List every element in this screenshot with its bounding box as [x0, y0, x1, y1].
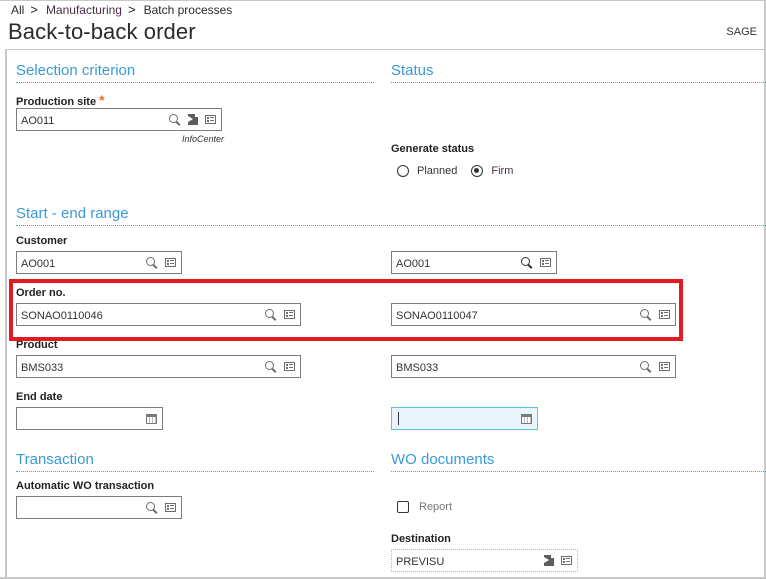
product-start-input[interactable]: BMS033: [16, 355, 301, 378]
tunnel-icon[interactable]: [544, 555, 554, 566]
destination-value: PREVISU: [396, 555, 445, 568]
search-icon[interactable]: [521, 256, 533, 269]
radio-firm-label: Firm: [491, 165, 514, 177]
section-title-status: Status: [391, 62, 766, 83]
search-icon[interactable]: [265, 360, 277, 373]
customer-start-input[interactable]: AO001: [16, 251, 182, 274]
product-label: Product: [16, 339, 58, 351]
chevron-right-icon: >: [30, 2, 38, 17]
user-label[interactable]: SAGE: [726, 26, 757, 38]
production-site-input[interactable]: AO011: [16, 108, 222, 131]
order-no-start-value: SONAO0110046: [21, 309, 103, 322]
search-icon[interactable]: [146, 256, 158, 269]
detail-icon[interactable]: [165, 503, 176, 512]
detail-icon[interactable]: [540, 258, 551, 267]
customer-label: Customer: [16, 235, 68, 247]
order-no-end-value: SONAO0110047: [396, 309, 478, 322]
page-title: Back-to-back order: [8, 19, 196, 44]
report-label: Report: [419, 501, 453, 513]
product-end-input[interactable]: BMS033: [391, 355, 676, 378]
chevron-right-icon: >: [127, 2, 136, 17]
radio-firm[interactable]: Firm: [471, 165, 513, 177]
generate-status-radio-group: Planned Firm: [397, 165, 527, 177]
calendar-icon[interactable]: [146, 413, 157, 424]
section-title-range: Start - end range: [16, 205, 766, 226]
product-end-value: BMS033: [396, 361, 439, 374]
breadcrumb-all[interactable]: All: [11, 3, 24, 17]
automatic-wo-label: Automatic WO transaction: [16, 480, 155, 492]
breadcrumb-batch-processes[interactable]: Batch processes: [144, 3, 233, 17]
search-icon[interactable]: [265, 308, 277, 321]
detail-icon[interactable]: [561, 556, 572, 565]
infocenter-link[interactable]: InfoCenter: [182, 134, 224, 144]
radio-unchecked-icon[interactable]: [397, 165, 409, 177]
destination-label: Destination: [391, 533, 451, 545]
order-no-start-input[interactable]: SONAO0110046: [16, 303, 301, 326]
required-star-icon: *: [99, 92, 105, 108]
report-checkbox-row[interactable]: Report: [397, 501, 452, 513]
section-title-transaction: Transaction: [16, 451, 374, 472]
customer-start-value: AO001: [21, 257, 56, 270]
end-date-label: End date: [16, 391, 63, 403]
calendar-icon[interactable]: [521, 413, 532, 424]
report-checkbox[interactable]: [397, 501, 409, 513]
detail-icon[interactable]: [284, 310, 295, 319]
order-no-label: Order no.: [16, 287, 66, 299]
order-no-end-input[interactable]: SONAO0110047: [391, 303, 676, 326]
section-title-selection: Selection criterion: [16, 62, 374, 83]
customer-end-value: AO001: [396, 257, 431, 270]
customer-end-input[interactable]: AO001: [391, 251, 557, 274]
detail-icon[interactable]: [205, 115, 216, 124]
detail-icon[interactable]: [165, 258, 176, 267]
automatic-wo-value: [21, 507, 146, 509]
detail-icon[interactable]: [659, 362, 670, 371]
detail-icon[interactable]: [284, 362, 295, 371]
product-start-value: BMS033: [21, 361, 64, 374]
text-caret: [398, 411, 399, 425]
tunnel-icon[interactable]: [188, 114, 198, 125]
search-icon[interactable]: [640, 360, 652, 373]
radio-planned-label: Planned: [417, 165, 458, 177]
generate-status-label: Generate status: [391, 143, 475, 155]
production-site-value: AO011: [21, 114, 55, 127]
search-icon[interactable]: [169, 113, 181, 126]
destination-input[interactable]: PREVISU: [391, 549, 578, 572]
radio-checked-icon[interactable]: [471, 165, 484, 177]
automatic-wo-input[interactable]: [16, 496, 182, 519]
end-date-end-value: [396, 410, 521, 428]
search-icon[interactable]: [146, 501, 158, 514]
breadcrumb-manufacturing[interactable]: Manufacturing: [46, 3, 122, 17]
end-date-end-input[interactable]: [391, 407, 538, 430]
production-site-label: Production site *: [16, 92, 105, 108]
end-date-start-input[interactable]: [16, 407, 163, 430]
production-site-label-text: Production site: [16, 96, 97, 108]
radio-planned[interactable]: Planned: [397, 165, 457, 177]
section-title-wo-documents: WO documents: [391, 451, 766, 472]
breadcrumb: All > Manufacturing > Batch processes: [11, 2, 232, 17]
search-icon[interactable]: [640, 308, 652, 321]
end-date-start-value: [21, 418, 146, 420]
detail-icon[interactable]: [659, 310, 670, 319]
